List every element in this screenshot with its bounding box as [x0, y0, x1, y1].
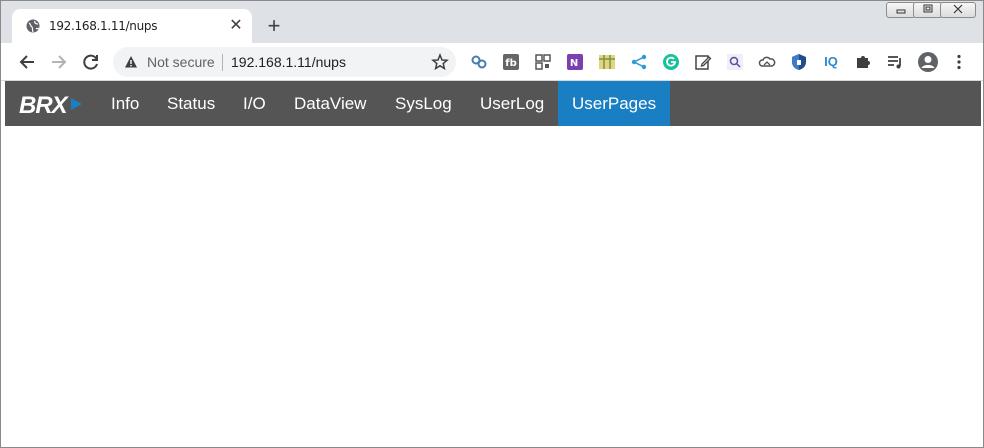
nav-item-status[interactable]: Status: [153, 81, 229, 126]
svg-text:N: N: [570, 58, 578, 69]
map-extension-icon[interactable]: [598, 53, 616, 71]
browser-toolbar: Not secure 192.168.1.11/nups fb N IQ: [1, 43, 983, 81]
qr-extension-icon[interactable]: [534, 53, 552, 71]
address-separator: [222, 54, 223, 71]
link-extension-icon[interactable]: [470, 53, 488, 71]
cloud-extension-icon[interactable]: [758, 53, 776, 71]
browser-tab[interactable]: 192.168.1.11/nups ✕: [12, 9, 252, 43]
onenote-icon[interactable]: N: [566, 53, 584, 71]
tab-strip: 192.168.1.11/nups ✕ +: [1, 1, 983, 43]
minimize-icon: [896, 9, 906, 14]
nav-item-io[interactable]: I/O: [229, 81, 280, 126]
iq-extension-icon[interactable]: IQ: [822, 53, 840, 71]
close-window-button[interactable]: [940, 2, 976, 18]
page-content: [5, 126, 981, 444]
security-label[interactable]: Not secure: [147, 54, 215, 70]
address-bar[interactable]: Not secure 192.168.1.11/nups: [113, 47, 456, 77]
browser-window: 192.168.1.11/nups ✕ + Not secure 192.168…: [0, 0, 984, 448]
close-icon[interactable]: ✕: [228, 18, 244, 34]
grammarly-icon[interactable]: [662, 53, 680, 71]
reload-icon[interactable]: [80, 51, 102, 73]
svg-text:fb: fb: [505, 58, 517, 69]
brx-logo[interactable]: BRX: [19, 90, 85, 118]
bookmark-star-icon[interactable]: [431, 53, 449, 71]
nav-item-userlog[interactable]: UserLog: [466, 81, 558, 126]
nav-item-syslog[interactable]: SysLog: [381, 81, 466, 126]
svg-text:BRX: BRX: [19, 92, 70, 118]
search-extension-icon[interactable]: [726, 53, 744, 71]
warning-icon[interactable]: [124, 55, 138, 69]
edit-icon[interactable]: [694, 53, 712, 71]
shield-extension-icon[interactable]: [790, 53, 808, 71]
new-tab-button[interactable]: +: [264, 15, 284, 37]
profile-icon[interactable]: [917, 51, 939, 73]
maximize-button[interactable]: [913, 2, 943, 18]
media-queue-icon[interactable]: [886, 53, 904, 71]
url-text[interactable]: 192.168.1.11/nups: [231, 54, 346, 70]
puzzle-icon[interactable]: [854, 53, 872, 71]
maximize-icon: [923, 4, 933, 13]
menu-dots-icon[interactable]: [950, 53, 968, 71]
minimize-button[interactable]: [886, 2, 916, 18]
close-icon: [953, 4, 963, 14]
tab-title: 192.168.1.11/nups: [49, 19, 158, 33]
forward-arrow-icon[interactable]: [48, 51, 70, 73]
back-arrow-icon[interactable]: [16, 51, 38, 73]
nav-item-userpages[interactable]: UserPages: [558, 81, 671, 126]
nav-item-dataview[interactable]: DataView: [280, 81, 380, 126]
fb-extension-icon[interactable]: fb: [502, 53, 520, 71]
globe-icon: [26, 19, 40, 33]
share-icon[interactable]: [630, 53, 648, 71]
app-navbar: BRX Info Status I/O DataView SysLog User…: [5, 81, 981, 126]
nav-item-info[interactable]: Info: [97, 81, 153, 126]
